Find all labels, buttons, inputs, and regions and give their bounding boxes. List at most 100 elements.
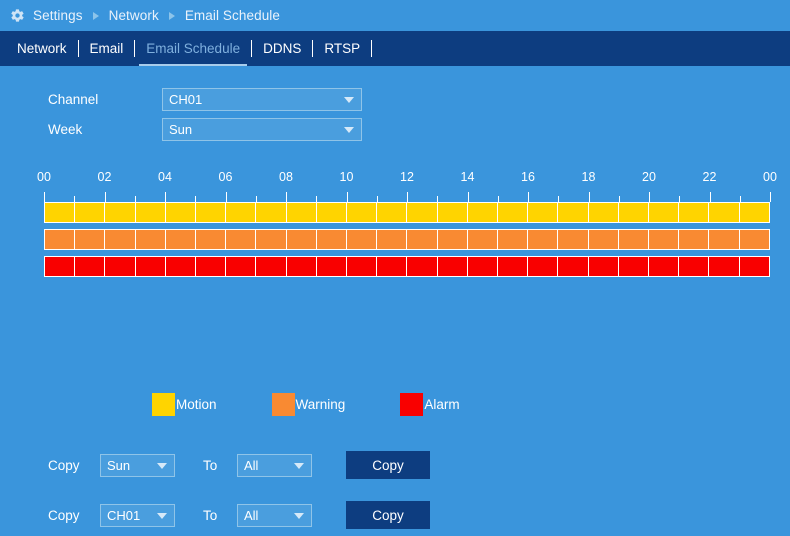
- tab-divider: [371, 40, 373, 57]
- schedule-cell[interactable]: [467, 257, 499, 276]
- schedule-cell[interactable]: [226, 257, 257, 276]
- copy-week-source-select[interactable]: Sun: [100, 453, 175, 477]
- schedule-cell[interactable]: [437, 230, 468, 249]
- schedule-cell[interactable]: [196, 203, 227, 222]
- schedule-cell[interactable]: [739, 257, 769, 276]
- schedule-cell[interactable]: [498, 230, 529, 249]
- schedule-cell[interactable]: [618, 257, 650, 276]
- schedule-cell[interactable]: [75, 257, 106, 276]
- schedule-cell[interactable]: [135, 230, 166, 249]
- tab-rtsp[interactable]: RTSP: [313, 31, 371, 66]
- schedule-cell[interactable]: [347, 203, 378, 222]
- hour-label: 02: [97, 170, 112, 184]
- breadcrumb-item-network[interactable]: Network: [109, 8, 159, 23]
- schedule-cell[interactable]: [45, 230, 76, 249]
- schedule-cell[interactable]: [316, 257, 348, 276]
- schedule-cell[interactable]: [649, 203, 680, 222]
- schedule-cell[interactable]: [407, 203, 438, 222]
- week-select[interactable]: Sun: [162, 117, 362, 141]
- schedule-bar-motion[interactable]: [44, 202, 770, 223]
- schedule-cell[interactable]: [226, 203, 257, 222]
- hour-tick: [255, 196, 257, 202]
- schedule-cell[interactable]: [286, 230, 317, 249]
- copy-week-button[interactable]: Copy: [346, 451, 430, 479]
- schedule-cell[interactable]: [498, 203, 529, 222]
- schedule-cell[interactable]: [286, 203, 317, 222]
- schedule-cell[interactable]: [407, 230, 438, 249]
- schedule-cell[interactable]: [528, 257, 559, 276]
- copy-channel-target-value: All: [244, 507, 259, 523]
- breadcrumb-item-settings[interactable]: Settings: [33, 8, 83, 23]
- gear-icon[interactable]: [10, 8, 25, 23]
- schedule-cell[interactable]: [75, 203, 106, 222]
- schedule-cell[interactable]: [45, 203, 76, 222]
- schedule-cell[interactable]: [588, 230, 619, 249]
- schedule-cell[interactable]: [165, 257, 197, 276]
- copy-week-target-select[interactable]: All: [237, 453, 312, 477]
- tab-ddns[interactable]: DDNS: [252, 31, 312, 66]
- schedule-cell[interactable]: [256, 230, 287, 249]
- schedule-cell[interactable]: [196, 257, 227, 276]
- schedule-cell[interactable]: [135, 203, 166, 222]
- schedule-cell[interactable]: [226, 230, 257, 249]
- schedule-cell[interactable]: [558, 230, 589, 249]
- schedule-cell[interactable]: [165, 203, 197, 222]
- chevron-right-icon: [92, 11, 99, 20]
- schedule-cell[interactable]: [679, 230, 710, 249]
- schedule-cell[interactable]: [347, 230, 378, 249]
- schedule-cell[interactable]: [528, 230, 559, 249]
- schedule-cell[interactable]: [316, 203, 348, 222]
- copy-channel-source-select[interactable]: CH01: [100, 503, 175, 527]
- schedule-cell[interactable]: [558, 203, 589, 222]
- schedule-cell[interactable]: [286, 257, 317, 276]
- schedule-cell[interactable]: [377, 257, 408, 276]
- schedule-cell[interactable]: [135, 257, 166, 276]
- channel-select[interactable]: CH01: [162, 87, 362, 111]
- schedule-cell[interactable]: [649, 257, 680, 276]
- schedule-cell[interactable]: [105, 230, 136, 249]
- schedule-cell[interactable]: [709, 230, 740, 249]
- schedule-cell[interactable]: [377, 230, 408, 249]
- schedule-cell[interactable]: [498, 257, 529, 276]
- schedule-cell[interactable]: [588, 257, 619, 276]
- schedule-cell[interactable]: [649, 230, 680, 249]
- schedule-cell[interactable]: [377, 203, 408, 222]
- schedule-cell[interactable]: [45, 257, 76, 276]
- copy-channel-button[interactable]: Copy: [346, 501, 430, 529]
- tab-email[interactable]: Email: [79, 31, 135, 66]
- schedule-cell[interactable]: [588, 203, 619, 222]
- schedule-cell[interactable]: [739, 230, 769, 249]
- schedule-cell[interactable]: [256, 257, 287, 276]
- schedule-cell[interactable]: [709, 203, 740, 222]
- copy-channel-target-select[interactable]: All: [237, 503, 312, 527]
- schedule-cell[interactable]: [437, 203, 468, 222]
- schedule-cell[interactable]: [467, 203, 499, 222]
- schedule-cell[interactable]: [196, 230, 227, 249]
- schedule-cell[interactable]: [407, 257, 438, 276]
- schedule-cell[interactable]: [739, 203, 769, 222]
- schedule-cell[interactable]: [679, 203, 710, 222]
- schedule-cell[interactable]: [316, 230, 348, 249]
- schedule-cell[interactable]: [618, 230, 650, 249]
- hour-tick: [74, 196, 76, 202]
- tab-email-schedule[interactable]: Email Schedule: [135, 31, 251, 66]
- schedule-cell[interactable]: [256, 203, 287, 222]
- breadcrumb-item-email-schedule[interactable]: Email Schedule: [185, 8, 280, 23]
- schedule-cell[interactable]: [528, 203, 559, 222]
- schedule-cell[interactable]: [75, 230, 106, 249]
- schedule-cell[interactable]: [618, 203, 650, 222]
- schedule-cell[interactable]: [105, 203, 136, 222]
- hour-label: 18: [581, 170, 596, 184]
- schedule-bar-alarm[interactable]: [44, 256, 770, 277]
- schedule-cell[interactable]: [165, 230, 197, 249]
- schedule-cell[interactable]: [558, 257, 589, 276]
- tab-network[interactable]: Network: [6, 31, 78, 66]
- schedule-cell[interactable]: [437, 257, 468, 276]
- schedule-cell[interactable]: [347, 257, 378, 276]
- schedule-cell[interactable]: [679, 257, 710, 276]
- schedule-cell[interactable]: [709, 257, 740, 276]
- schedule-cell[interactable]: [467, 230, 499, 249]
- hour-tick: [558, 196, 560, 202]
- schedule-bar-warning[interactable]: [44, 229, 770, 250]
- schedule-cell[interactable]: [105, 257, 136, 276]
